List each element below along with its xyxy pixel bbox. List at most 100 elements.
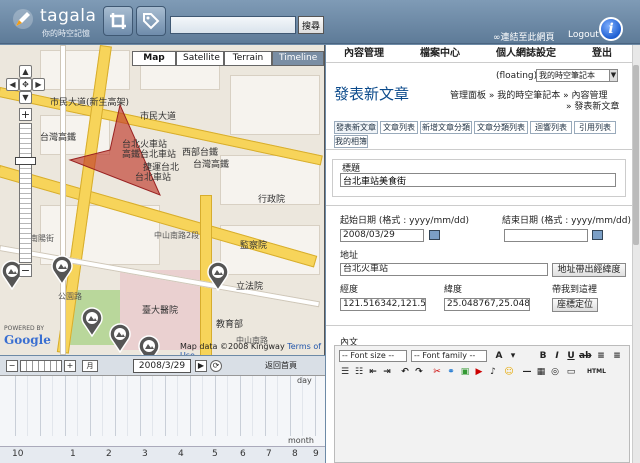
pan-center-icon[interactable]: ✥ — [19, 78, 32, 91]
rich-text-editor[interactable]: -- Font size -- -- Font family -- A ▾ B … — [334, 345, 630, 463]
map-type-map[interactable]: Map — [132, 51, 176, 66]
italic-icon[interactable]: I — [551, 350, 563, 362]
photo-pin-icon[interactable] — [137, 335, 161, 355]
title-input[interactable] — [340, 173, 616, 187]
crop-button[interactable] — [103, 6, 133, 36]
map-type-bar: Map Satellite Terrain Timeline — [132, 51, 324, 66]
image-icon[interactable]: ▣ — [459, 366, 471, 378]
map-type-terrain[interactable]: Terrain — [224, 51, 272, 66]
undo-icon[interactable]: ↶ — [399, 366, 411, 378]
end-date-input[interactable] — [504, 229, 588, 242]
align-left-icon[interactable]: ≡ — [595, 350, 607, 362]
music-icon[interactable]: ♪ — [487, 366, 499, 378]
timeline-zoom-in-button[interactable]: + — [64, 360, 76, 372]
tab-new-post[interactable]: 發表新文章 — [334, 121, 378, 134]
timeline-date-input[interactable]: 2008/3/29 — [133, 359, 191, 373]
blog-select[interactable]: 我的時空筆記本 — [536, 69, 618, 82]
photo-pin-icon[interactable] — [206, 261, 230, 291]
zoom-out-icon[interactable]: − — [19, 264, 32, 277]
logout-link[interactable]: Logout — [568, 30, 599, 40]
map-label: 監察院 — [240, 241, 268, 251]
strike-icon[interactable]: ab — [579, 350, 592, 362]
locate-button[interactable]: 座標定位 — [552, 298, 598, 312]
nav-content[interactable]: 內容管理 — [326, 45, 402, 63]
map-type-timeline[interactable]: Timeline — [272, 51, 324, 66]
timeline-zoom-slider[interactable] — [20, 360, 62, 372]
redo-icon[interactable]: ↷ — [413, 366, 425, 378]
timeline-zoom-out-button[interactable]: − — [6, 360, 18, 372]
photo-pin-icon[interactable] — [80, 307, 104, 337]
unlink-icon[interactable]: ✂ — [431, 366, 443, 378]
tab-post-list[interactable]: 文章列表 — [380, 121, 418, 134]
calendar-icon[interactable] — [592, 230, 603, 240]
geocode-button[interactable]: 地址帶出經緯度 — [552, 263, 626, 277]
longitude-input[interactable]: 121.516342,121.5163 — [340, 298, 426, 311]
tab-category-list[interactable]: 文章分類列表 — [474, 121, 528, 134]
pan-up-icon[interactable]: ▲ — [19, 65, 32, 78]
outdent-icon[interactable]: ⇤ — [367, 366, 379, 378]
zoom-slider[interactable] — [19, 123, 32, 263]
tab-trackback-list[interactable]: 引用列表 — [574, 121, 616, 134]
tab-new-category[interactable]: 新增文章分類 — [420, 121, 472, 134]
horizontal-rule-icon[interactable]: — — [521, 366, 533, 378]
timeline-tick-label: 5 — [212, 449, 218, 459]
address-input[interactable]: 台北火車站 — [340, 263, 548, 276]
map-label: 市民大道(新生高架) — [50, 98, 130, 108]
pan-left-icon[interactable]: ◀ — [6, 78, 19, 91]
tag-button[interactable] — [136, 6, 166, 36]
align-center-icon[interactable]: ≡ — [611, 350, 623, 362]
map-view[interactable]: 市民大道(新生高架) 市民大道 台北火車站 高鐵台北車站 西部台鐵 台灣高鐵 台… — [0, 45, 325, 355]
timeline-gridline — [15, 376, 16, 436]
clean-icon[interactable]: ▭ — [565, 366, 577, 378]
photo-pin-icon[interactable] — [108, 323, 132, 353]
zoom-in-icon[interactable]: + — [19, 108, 32, 121]
font-size-select[interactable]: -- Font size -- — [339, 350, 407, 362]
timeline-gridline — [102, 376, 103, 436]
highlight-icon[interactable]: ▾ — [507, 350, 519, 362]
link-icon[interactable]: ⚭ — [445, 366, 457, 378]
timeline-go-button[interactable]: ▶ — [195, 360, 207, 372]
map-type-satellite[interactable]: Satellite — [176, 51, 224, 66]
tab-comment-list[interactable]: 迴響列表 — [530, 121, 572, 134]
timeline-gridline — [315, 376, 316, 436]
pan-right-icon[interactable]: ▶ — [32, 78, 45, 91]
panel-scrollbar-thumb[interactable] — [633, 65, 639, 245]
nav-files[interactable]: 檔案中心 — [402, 45, 478, 63]
timeline-gridline — [140, 376, 141, 436]
nav-logout[interactable]: 登出 — [574, 45, 630, 63]
calendar-icon[interactable] — [429, 230, 440, 240]
code-icon[interactable]: ◎ — [549, 366, 561, 378]
page-title: 發表新文章 — [334, 85, 410, 103]
nav-settings[interactable]: 個人網誌設定 — [478, 45, 574, 63]
timeline-grid[interactable]: day month 10 1 2 3 4 5 6 7 8 9 — [0, 376, 325, 463]
timeline-reset-icon[interactable]: ⟳ — [210, 360, 222, 372]
zoom-slider-handle[interactable] — [15, 157, 36, 165]
timeline-home-link[interactable]: 返回首頁 — [265, 360, 297, 371]
html-icon[interactable]: HTML — [587, 366, 606, 378]
font-family-select[interactable]: -- Font family -- — [411, 350, 487, 362]
map-label: 捷運台北 — [143, 163, 180, 173]
youtube-icon[interactable]: ▶ — [473, 366, 485, 378]
bold-icon[interactable]: B — [537, 350, 549, 362]
numbered-list-icon[interactable]: ☷ — [353, 366, 365, 378]
latitude-input[interactable]: 25.048767,25.048767 — [444, 298, 530, 311]
info-icon[interactable]: i — [599, 17, 623, 41]
photo-pin-icon[interactable] — [50, 255, 74, 285]
tab-my-album[interactable]: 我的相簿 — [334, 135, 368, 148]
link-here[interactable]: ∞連結至此網頁 — [493, 30, 555, 43]
indent-icon[interactable]: ⇥ — [381, 366, 393, 378]
map-label: 立法院 — [236, 282, 264, 292]
emoticon-icon[interactable]: ☺ — [503, 366, 515, 378]
pan-down-icon[interactable]: ▼ — [19, 91, 32, 104]
start-date-input[interactable]: 2008/03/29 — [340, 229, 424, 242]
crop-icon — [110, 13, 126, 29]
timeline-gridline — [290, 376, 291, 436]
text-color-icon[interactable]: A — [493, 350, 505, 362]
search-button[interactable]: 搜尋 — [298, 16, 324, 34]
table-icon[interactable]: ▦ — [535, 366, 547, 378]
search-input[interactable] — [170, 16, 296, 34]
chevron-down-icon[interactable]: ▼ — [609, 70, 617, 81]
bullet-list-icon[interactable]: ☰ — [339, 366, 351, 378]
underline-icon[interactable]: U — [565, 350, 577, 362]
timeline-month-button[interactable]: 月 — [82, 360, 98, 372]
